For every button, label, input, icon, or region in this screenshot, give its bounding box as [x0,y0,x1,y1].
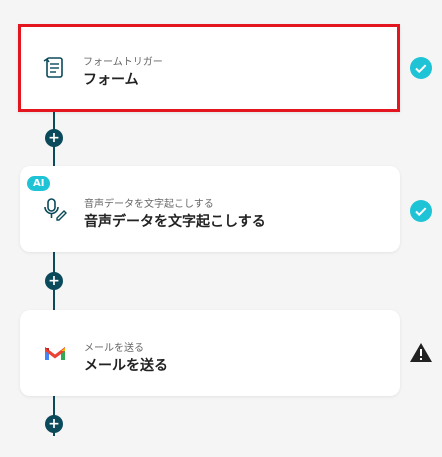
microphone-edit-icon [42,196,68,222]
step-title: フォーム [83,72,139,88]
step-type-label: 音声データを文字起こしする [84,199,214,210]
check-icon [409,56,433,80]
form-icon [41,55,67,81]
step-type-label: フォームトリガー [83,57,163,68]
check-icon [409,199,433,223]
step-card-send-mail[interactable]: メールを送る メールを送る [20,310,400,396]
ai-badge: AI [27,176,51,191]
gmail-icon [42,340,68,366]
add-step-button[interactable]: + [45,272,63,290]
step-title: 音声データを文字起こしする [84,214,266,230]
step-card-transcribe[interactable]: 音声データを文字起こしする 音声データを文字起こしする [20,166,400,252]
step-card-form-trigger[interactable]: フォームトリガー フォーム [18,24,400,112]
step-type-label: メールを送る [84,343,144,354]
warning-icon [409,341,433,365]
add-step-button[interactable]: + [45,415,63,433]
step-title: メールを送る [84,358,168,374]
add-step-button[interactable]: + [45,129,63,147]
